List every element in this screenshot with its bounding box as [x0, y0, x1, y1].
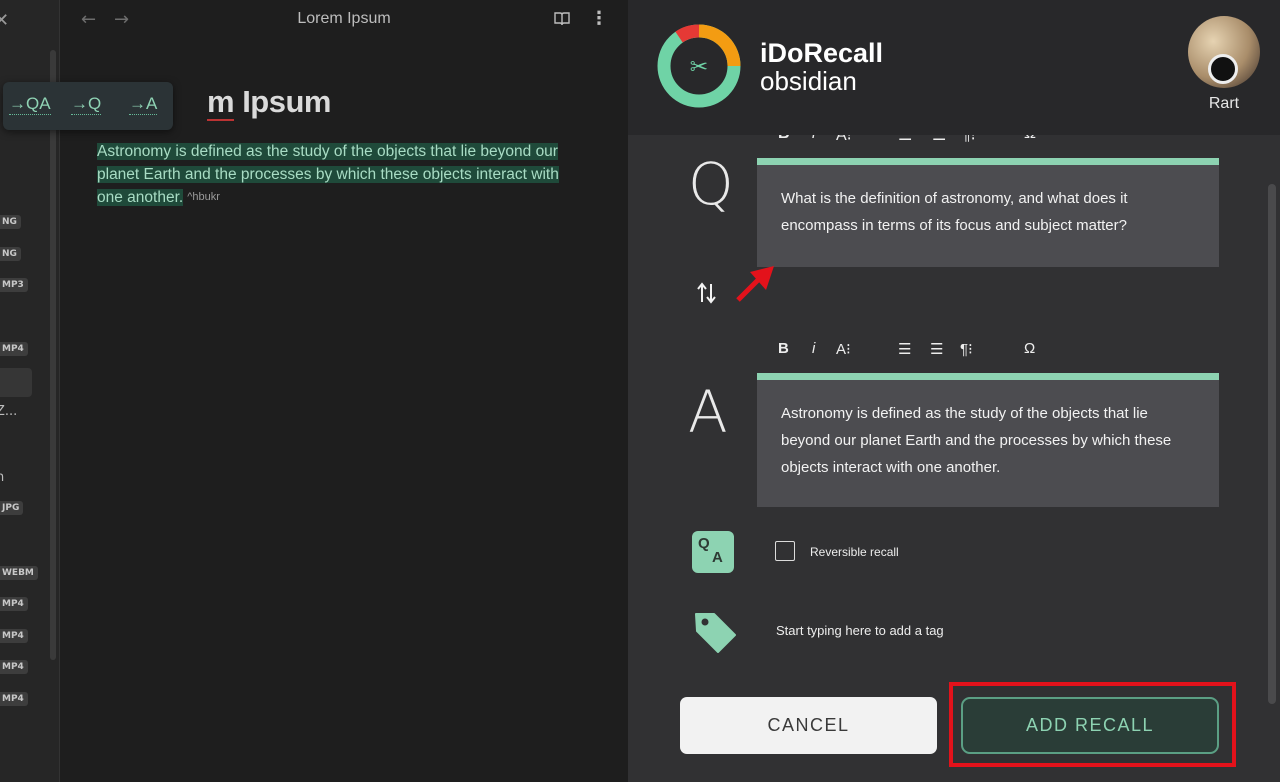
qa-icon-q: Q [698, 535, 710, 552]
panel-header: ✂ iDoRecall obsidian Rart [628, 0, 1280, 135]
selected-paragraph[interactable]: Astronomy is defined as the study of the… [97, 140, 577, 209]
svg-text:✂: ✂ [690, 55, 708, 80]
note-heading: m Ipsum [207, 84, 331, 121]
user-name: Rart [1208, 95, 1240, 112]
sidebar-scrollbar[interactable] [50, 50, 56, 660]
italic-button[interactable]: i [812, 340, 815, 357]
idorecall-panel: B i A⁝ ☰ ☰ ¶⁝ Ω ✂ iDoRecall obsidian Rar… [628, 0, 1280, 782]
brand-title: iDoRecall [760, 38, 884, 68]
more-options-icon[interactable]: ⋮ [590, 8, 608, 29]
question-letter: Q [688, 150, 734, 218]
block-reference: ^hbukr [187, 191, 220, 203]
annotation-arrow-icon [736, 266, 774, 302]
selection-popup-toolbar: →QA →Q →A [3, 82, 173, 130]
answer-letter: A [688, 378, 728, 446]
answer-editor[interactable]: Astronomy is defined as the study of the… [757, 373, 1219, 507]
qa-icon-a: A [712, 549, 723, 566]
file-type-badge: MP4 [0, 629, 28, 643]
sidebar-file-label[interactable]: n [0, 470, 4, 485]
paragraph-button[interactable]: ¶⁝ [960, 340, 973, 358]
sidebar-file-label[interactable]: Z... [0, 404, 17, 419]
selection-highlight: Astronomy is defined as the study of the… [97, 143, 559, 206]
brand-subtitle: obsidian [760, 66, 857, 96]
spellcheck-underline: m [207, 84, 235, 121]
avatar-vinyl-icon [1208, 54, 1238, 84]
send-to-question-button[interactable]: →Q [71, 94, 102, 115]
file-type-badge: MP4 [0, 597, 28, 611]
add-recall-button[interactable]: ADD RECALL [961, 697, 1219, 754]
swap-qa-icon[interactable] [696, 280, 718, 306]
close-icon[interactable]: ✕ [0, 10, 9, 31]
align-center-button[interactable]: ☰ [930, 340, 943, 358]
panel-scrollbar[interactable] [1268, 184, 1276, 704]
file-type-badge: MP4 [0, 342, 28, 356]
reversible-recall-checkbox[interactable] [775, 541, 795, 561]
reversible-recall-label: Reversible recall [810, 545, 899, 559]
question-editor[interactable]: What is the definition of astronomy, and… [757, 158, 1219, 267]
file-type-badge: NG [0, 215, 21, 229]
file-type-badge: MP3 [0, 278, 28, 292]
cancel-button[interactable]: CANCEL [680, 697, 937, 754]
user-avatar[interactable] [1188, 16, 1260, 88]
file-type-badge: NG [0, 247, 21, 261]
tag-icon [695, 613, 736, 653]
font-size-button[interactable]: A⁝ [836, 340, 851, 358]
send-to-qa-button[interactable]: →QA [9, 94, 51, 115]
send-to-answer-button[interactable]: →A [129, 94, 158, 115]
tag-input[interactable] [776, 620, 1076, 640]
reversible-recall-icon: Q A [692, 531, 734, 573]
reading-view-icon[interactable] [554, 12, 570, 26]
file-type-badge: MP4 [0, 692, 28, 706]
answer-format-toolbar: B i A⁝ ☰ ☰ ¶⁝ Ω [778, 340, 1078, 360]
heading-rest: Ipsum [234, 84, 331, 119]
note-title: Lorem Ipsum [297, 10, 391, 27]
sidebar-active-item[interactable] [0, 368, 32, 397]
file-type-badge: MP4 [0, 660, 28, 674]
special-char-button[interactable]: Ω [1024, 340, 1035, 357]
file-type-badge: JPG [0, 501, 24, 515]
file-type-badge: WEBM [0, 566, 38, 580]
align-left-button[interactable]: ☰ [898, 340, 911, 358]
idorecall-logo-icon: ✂ [657, 24, 741, 108]
bold-button[interactable]: B [778, 340, 789, 357]
